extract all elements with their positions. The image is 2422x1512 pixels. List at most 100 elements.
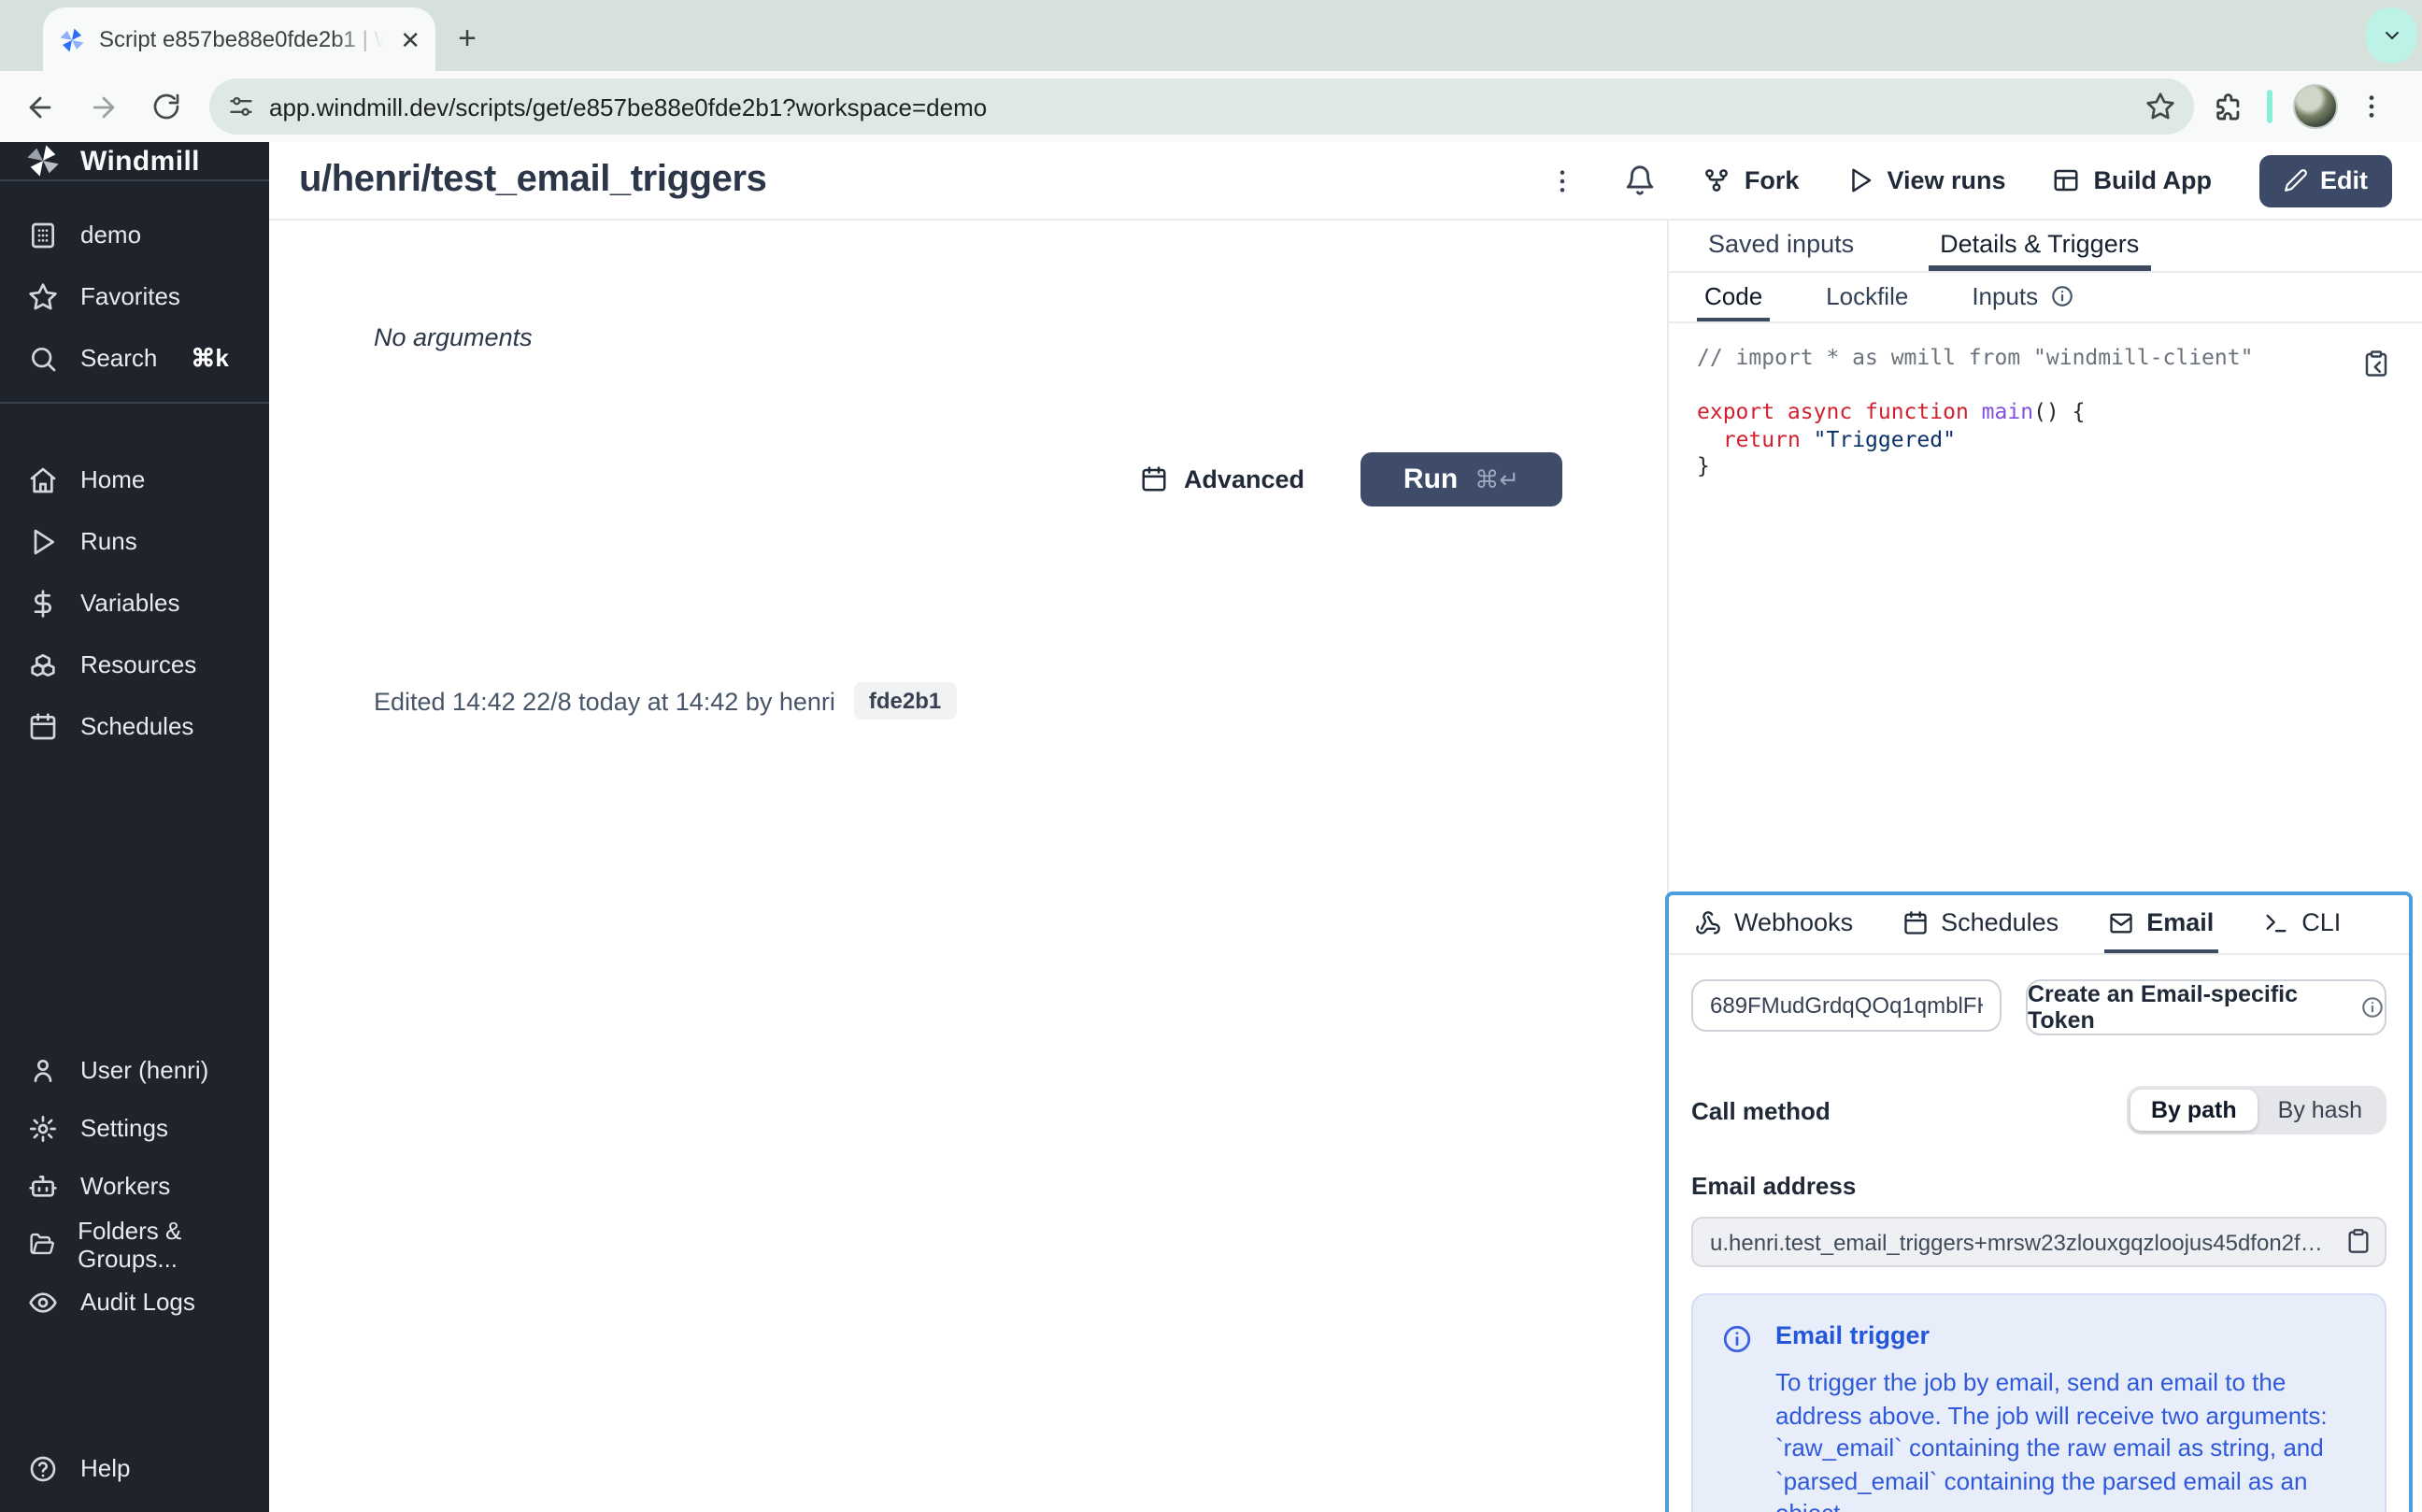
sidebar-item-runs[interactable]: Runs [0,510,269,572]
puzzle-icon [2213,91,2244,122]
fork-button[interactable]: Fork [1703,166,1800,194]
help-icon [28,1453,58,1483]
tab-email[interactable]: Email [2103,895,2217,953]
kebab-icon [1548,165,1578,195]
sidebar-item-home[interactable]: Home [0,449,269,510]
details-subtabs: Code Lockfile Inputs [1669,273,2422,323]
edited-row: Edited 14:42 22/8 today at 14:42 by henr… [374,682,956,720]
windmill-logo-icon [24,142,62,179]
new-tab-button[interactable]: + [445,17,490,62]
sidebar-item-workers[interactable]: Workers [0,1157,269,1215]
toolbar-separator [2267,90,2272,123]
tab-label: Details & Triggers [1940,229,2139,257]
sidebar-item-workspace[interactable]: demo [0,204,269,265]
by-path-segment[interactable]: By path [2130,1090,2258,1131]
subtab-code[interactable]: Code [1697,273,1770,321]
code-viewer: // import * as wmill from "windmill-clie… [1669,323,2422,500]
reload-button[interactable] [142,82,191,131]
calendar-icon [1902,909,1928,935]
view-runs-button[interactable]: View runs [1845,166,2005,194]
email-trigger-infobox: Email trigger To trigger the job by emai… [1691,1293,2386,1512]
copy-code-button[interactable] [2362,349,2390,378]
sidebar-item-settings[interactable]: Settings [0,1099,269,1157]
avatar[interactable] [2293,84,2338,129]
tab-cli[interactable]: CLI [2258,895,2344,953]
table-icon [2053,166,2081,194]
subtab-lockfile[interactable]: Lockfile [1818,273,1916,321]
search-shortcut: ⌘k [191,343,228,373]
sidebar-item-label: demo [80,221,141,249]
browser-tab[interactable]: Script e857be88e0fde2b1 | W ✕ [43,7,435,71]
url-text: app.windmill.dev/scripts/get/e857be88e0f… [269,93,2130,121]
edited-text: Edited 14:42 22/8 today at 14:42 by henr… [374,687,835,715]
sidebar-item-label: Home [80,465,145,493]
email-address-input[interactable] [1691,1217,2386,1267]
reload-icon [151,92,181,121]
infobox-content: Email trigger To trigger the job by emai… [1775,1321,2355,1512]
tab-webhooks[interactable]: Webhooks [1691,895,1857,953]
url-bar[interactable]: app.windmill.dev/scripts/get/e857be88e0f… [209,78,2194,135]
sidebar-item-label: Variables [80,589,179,617]
subtab-label: Lockfile [1826,281,1908,309]
fork-label: Fork [1745,166,1800,194]
sidebar-item-label: Help [80,1454,131,1482]
more-options-button[interactable] [1548,165,1578,195]
script-header: u/henri/test_email_triggers Fork View ru… [269,142,2422,221]
tab-search-chevron[interactable] [2366,7,2416,64]
tab-details-triggers[interactable]: Details & Triggers [1929,221,2150,271]
triggers-panel: Webhooks Schedules Email CLI Create an E… [1665,892,2413,1512]
calendar-icon [28,711,58,741]
sidebar-item-user[interactable]: User (henri) [0,1041,269,1099]
sidebar-item-schedules[interactable]: Schedules [0,695,269,757]
sidebar-item-audit-logs[interactable]: Audit Logs [0,1273,269,1331]
tab-schedules[interactable]: Schedules [1898,895,2062,953]
back-button[interactable] [15,82,64,131]
notifications-button[interactable] [1625,164,1657,196]
create-email-token-button[interactable]: Create an Email-specific Token [2026,979,2386,1035]
email-trigger-body: Create an Email-specific Token Call meth… [1669,955,2409,1512]
email-token-input[interactable] [1691,979,2002,1032]
call-method-row: Call method By path By hash [1691,1086,2386,1134]
sidebar-item-resources[interactable]: Resources [0,634,269,695]
sidebar-collapse-button[interactable] [0,1497,269,1512]
advanced-button[interactable]: Advanced [1141,465,1304,493]
building-icon [28,220,58,250]
create-token-label: Create an Email-specific Token [2028,981,2345,1034]
token-row: Create an Email-specific Token [1691,979,2386,1035]
play-icon [28,526,58,556]
sidebar-item-folders-groups[interactable]: Folders & Groups... [0,1215,269,1273]
extensions-button[interactable] [2213,91,2244,122]
browser-menu-button[interactable] [2357,92,2386,121]
sidebar-item-search[interactable]: Search ⌘k [0,327,269,389]
sidebar-item-favorites[interactable]: Favorites [0,265,269,327]
sidebar-divider [0,402,269,404]
sidebar-item-help[interactable]: Help [0,1439,269,1497]
chevron-down-icon [2380,24,2402,47]
email-address-label: Email address [1691,1172,2386,1200]
edit-button[interactable]: Edit [2258,154,2392,207]
forward-button[interactable] [78,82,127,131]
sidebar-item-label: Audit Logs [80,1288,195,1316]
tab-saved-inputs[interactable]: Saved inputs [1697,221,1865,271]
subtab-inputs[interactable]: Inputs [1964,273,2081,321]
subtab-label: Code [1704,281,1762,309]
clipboard-icon [2362,349,2390,378]
site-settings-icon[interactable] [228,93,254,120]
tab-label: Schedules [1941,908,2059,936]
build-app-button[interactable]: Build App [2053,166,2213,194]
info-icon [2049,283,2073,307]
star-icon [28,281,58,311]
sidebar-logo[interactable]: Windmill [0,142,269,181]
kebab-icon [2357,92,2386,121]
run-button[interactable]: Run ⌘↵ [1361,452,1562,506]
webhook-icon [1695,909,1721,935]
tab-close-icon[interactable]: ✕ [400,27,420,51]
tab-label: CLI [2301,908,2341,936]
screen: Script e857be88e0fde2b1 | W ✕ + app.wind… [0,0,2422,1512]
copy-email-button[interactable] [2345,1228,2372,1254]
sidebar-item-variables[interactable]: Variables [0,572,269,634]
infobox-body: To trigger the job by email, send an ema… [1775,1366,2355,1512]
bookmark-star-icon[interactable] [2145,92,2175,121]
home-icon [28,464,58,494]
by-hash-segment[interactable]: By hash [2258,1090,2383,1131]
